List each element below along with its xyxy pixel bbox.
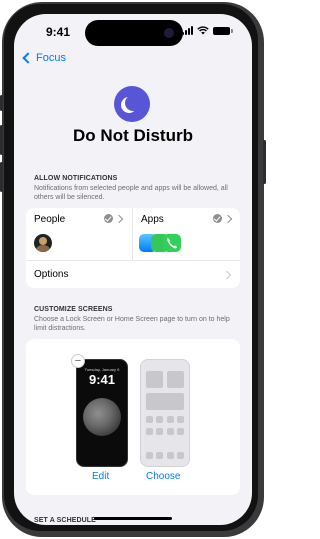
back-label: Focus [36,52,66,64]
moon-wallpaper [83,398,121,436]
signal-icon [182,26,193,35]
allow-notifications-card: People Apps Options [26,208,240,288]
page-title: Do Not Disturb [73,126,193,145]
app-placeholder [146,416,153,423]
choose-button[interactable]: Choose [146,471,180,482]
app-placeholder [156,416,163,423]
people-cell[interactable]: People [26,208,132,260]
apps-label: Apps [141,214,164,225]
chevron-left-icon [22,52,34,64]
widget-placeholder [146,371,163,388]
edit-button[interactable]: Edit [92,471,109,482]
lock-screen-preview[interactable]: − Tuesday, January 9 9:41 [71,354,128,467]
chevron-right-icon [114,214,124,223]
home-indicator[interactable] [94,517,172,520]
customize-screens-card: − Tuesday, January 9 9:41 Edit Choose [26,339,240,495]
dock-placeholder [177,452,184,459]
checkmark-icon [213,214,222,223]
app-placeholder [167,428,174,435]
widget-placeholder [146,393,184,410]
people-label: People [34,214,66,225]
remove-icon[interactable]: − [71,354,85,368]
volume-down-button [0,162,3,192]
focus-icon [114,86,150,122]
dock-placeholder [156,452,163,459]
app-placeholder [177,416,184,423]
dynamic-island [85,20,183,46]
moon-icon [125,95,141,111]
app-placeholder [146,428,153,435]
avatar [34,234,52,252]
app-placeholder [177,428,184,435]
chevron-right-icon [223,214,233,223]
options-label: Options [34,269,69,280]
widget-placeholder [167,371,184,388]
app-placeholder [156,428,163,435]
status-time: 9:41 [46,25,71,39]
status-icons [182,26,233,35]
customize-screens-description: Choose a Lock Screen or Home Screen page… [34,316,230,332]
volume-up-button [0,125,3,155]
screen: 9:41 Focus Do Not Disturb ALLOW NOTIFICA… [14,14,252,525]
dock-placeholder [167,452,174,459]
options-row[interactable]: Options [26,260,240,289]
lock-screen-time: 9:41 [88,372,116,387]
customize-screens-heading: CUSTOMIZE SCREENS [34,306,113,313]
wifi-icon [197,26,209,35]
set-schedule-heading: SET A SCHEDULE [34,517,96,524]
apps-cell[interactable]: Apps [132,208,241,260]
home-screen-preview[interactable] [140,359,190,467]
allow-notifications-heading: ALLOW NOTIFICATIONS [34,175,118,182]
action-button [0,95,3,111]
checkmark-icon [104,214,113,223]
chevron-right-icon [222,270,232,280]
allow-notifications-description: Notifications from selected people and a… [34,185,228,201]
app-placeholder [167,416,174,423]
camera-icon [164,28,174,38]
battery-icon [213,26,233,35]
dock-placeholder [146,452,153,459]
power-button [263,140,266,184]
back-button[interactable]: Focus [20,52,66,64]
phone-app-icon [163,234,181,252]
